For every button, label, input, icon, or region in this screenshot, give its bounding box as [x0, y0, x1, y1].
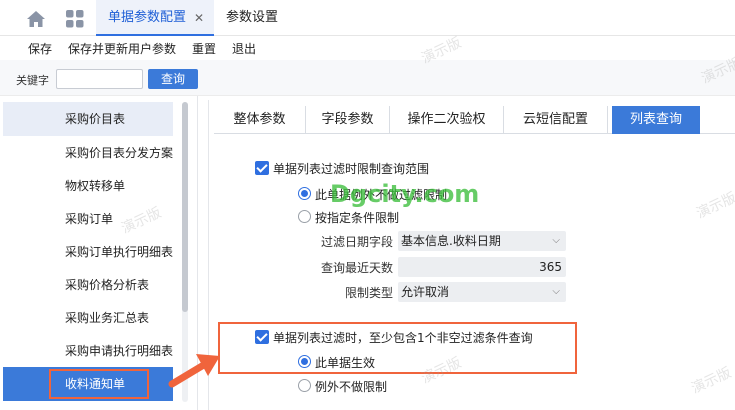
toolbar: 保存 保存并更新用户参数 重置 退出 — [0, 36, 735, 60]
reset-button[interactable]: 重置 — [192, 40, 216, 57]
save-and-update-user-params-button[interactable]: 保存并更新用户参数 — [68, 40, 176, 57]
query-button[interactable]: 查询 — [148, 69, 198, 89]
tab-label: 单据参数配置 — [108, 10, 187, 25]
limit-type-value: 允许取消 — [401, 285, 450, 299]
limit-query-range-label: 单据列表过滤时限制查询范围 — [273, 162, 430, 176]
close-icon[interactable]: ✕ — [194, 0, 204, 36]
highlight-box-list — [49, 369, 149, 399]
tab-overall-params[interactable]: 整体参数 — [214, 106, 306, 134]
top-tab-bar: 单据参数配置 ✕ 参数设置 — [0, 0, 735, 36]
exception-no-limit-radio[interactable] — [298, 379, 311, 392]
tab-cloud-sms[interactable]: 云短信配置 — [504, 106, 608, 134]
search-row: 关键字 查询 — [0, 60, 735, 96]
sub-tab-bar: 整体参数 字段参数 操作二次验权 云短信配置 列表查询 — [214, 106, 735, 134]
tab-list-query[interactable]: 列表查询 — [612, 106, 700, 134]
home-icon[interactable] — [26, 9, 46, 29]
save-button[interactable]: 保存 — [28, 40, 52, 57]
limit-type-label: 限制类型 — [344, 286, 393, 300]
filter-date-value: 基本信息.收料日期 — [401, 234, 501, 248]
chevron-down-icon: ⌵ — [552, 286, 560, 297]
limit-query-range-checkbox[interactable] — [255, 161, 269, 175]
list-item[interactable]: 物权转移单 — [3, 169, 173, 203]
recent-days-input[interactable]: 365 — [398, 257, 566, 277]
exception-no-limit-label: 例外不做限制 — [315, 380, 388, 394]
tab-second-auth[interactable]: 操作二次验权 — [390, 106, 504, 134]
recent-days-label: 查询最近天数 — [320, 261, 393, 275]
filter-date-label: 过滤日期字段 — [320, 235, 393, 249]
chevron-down-icon: ⌵ — [552, 235, 560, 246]
list-item[interactable]: 采购申请执行明细表 — [3, 334, 173, 368]
list-item[interactable]: 采购业务汇总表 — [3, 301, 173, 335]
site-watermark: Dgcity.com — [330, 180, 480, 208]
exit-button[interactable]: 退出 — [232, 40, 256, 57]
list-item[interactable]: 采购价格分析表 — [3, 268, 173, 302]
tab-label: 参数设置 — [226, 10, 279, 25]
tab-params-settings[interactable]: 参数设置 — [226, 0, 278, 36]
list-item[interactable]: 采购价目表 — [3, 102, 173, 136]
apps-grid-icon[interactable] — [66, 10, 84, 28]
limit-type-select[interactable]: 允许取消 ⌵ — [398, 282, 566, 302]
arrow-annotation — [168, 354, 220, 388]
keyword-label: 关键字 — [16, 74, 49, 87]
highlight-box-section — [218, 322, 577, 374]
keyword-input[interactable] — [56, 69, 143, 89]
scrollbar-thumb[interactable] — [182, 102, 188, 312]
tab-field-params[interactable]: 字段参数 — [306, 106, 390, 134]
tab-bill-params-config[interactable]: 单据参数配置 ✕ — [96, 0, 214, 36]
no-filter-limit-radio[interactable] — [298, 187, 311, 200]
list-item[interactable]: 采购价目表分发方案 — [3, 136, 173, 170]
filter-date-select[interactable]: 基本信息.收料日期 ⌵ — [398, 231, 566, 251]
by-condition-radio[interactable] — [298, 210, 311, 223]
by-condition-label: 按指定条件限制 — [315, 211, 400, 225]
list-item[interactable]: 采购订单执行明细表 — [3, 235, 173, 269]
